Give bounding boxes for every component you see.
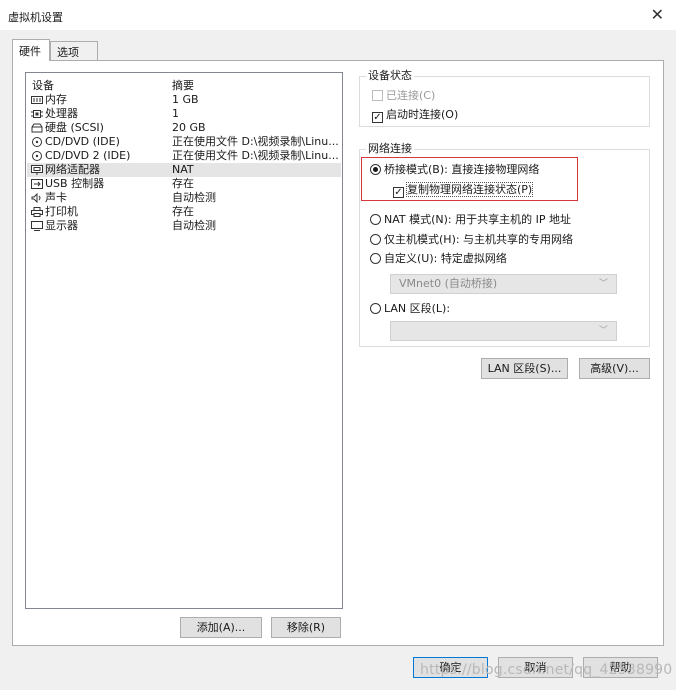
checkbox-box	[372, 90, 383, 101]
radio-icon	[370, 214, 381, 225]
device-summary: NAT	[172, 163, 194, 176]
radio-icon	[370, 253, 381, 264]
tab-options[interactable]: 选项	[50, 41, 98, 60]
device-name: 声卡	[45, 191, 67, 204]
device-summary: 1 GB	[172, 93, 199, 106]
replicate-state-checkbox[interactable]: ✓ 复制物理网络连接状态(P)	[393, 182, 534, 198]
device-row-usb[interactable]: USB 控制器 存在	[27, 177, 341, 191]
device-row-printer[interactable]: 打印机 存在	[27, 205, 341, 219]
title-bar: 虚拟机设置 ✕	[0, 0, 676, 30]
device-name: CD/DVD 2 (IDE)	[45, 149, 131, 162]
network-connection-label: 网络连接	[366, 142, 414, 156]
device-summary: 1	[172, 107, 179, 120]
device-summary: 自动检测	[172, 191, 216, 204]
usb-icon	[31, 179, 43, 189]
chevron-down-icon: ﹀	[598, 279, 608, 289]
device-summary: 20 GB	[172, 121, 206, 134]
device-name: 显示器	[45, 219, 78, 232]
watermark: https://blog.csdn.net/qq_42538990	[420, 662, 673, 678]
bridged-radio[interactable]: 桥接模式(B): 直接连接物理网络	[370, 162, 539, 178]
close-icon[interactable]: ✕	[651, 5, 664, 25]
device-list-header: 设备 摘要	[26, 77, 342, 93]
custom-network-select[interactable]: VMnet0 (自动桥接) ﹀	[390, 274, 617, 294]
cd-dvd-icon	[32, 151, 42, 161]
host-only-radio[interactable]: 仅主机模式(H): 与主机共享的专用网络	[370, 232, 573, 248]
device-summary: 正在使用文件 D:\视频录制\Linu...	[172, 149, 339, 162]
device-row-display[interactable]: 显示器 自动检测	[27, 219, 341, 233]
radio-selected-icon	[370, 164, 381, 175]
device-row-memory[interactable]: 内存 1 GB	[27, 93, 341, 107]
device-summary: 存在	[172, 205, 194, 218]
lan-segment-label: LAN 区段(L):	[384, 302, 451, 315]
device-row-cd-dvd-2[interactable]: CD/DVD 2 (IDE) 正在使用文件 D:\视频录制\Linu...	[27, 149, 341, 163]
network-connection-group: 网络连接 桥接模式(B): 直接连接物理网络 ✓ 复制物理网络连接状态(P) NA…	[359, 142, 650, 347]
device-row-processor[interactable]: 处理器 1	[27, 107, 341, 121]
custom-radio[interactable]: 自定义(U): 特定虚拟网络	[370, 251, 507, 267]
device-status-group: 设备状态 已连接(C) ✓ 启动时连接(O)	[359, 69, 650, 127]
hard-disk-icon	[31, 123, 43, 133]
display-icon	[31, 221, 43, 231]
device-name: CD/DVD (IDE)	[45, 135, 120, 148]
device-row-cd-dvd[interactable]: CD/DVD (IDE) 正在使用文件 D:\视频录制\Linu...	[27, 135, 341, 149]
device-row-network-adapter[interactable]: 网络适配器 NAT	[27, 163, 341, 177]
radio-icon	[370, 234, 381, 245]
memory-icon	[31, 96, 43, 104]
device-name: USB 控制器	[45, 177, 105, 190]
connect-at-power-on-label: 启动时连接(O)	[386, 108, 459, 121]
hardware-panel: 设备 摘要 内存 1 GB 处理器 1 硬盘 (SCSI) 20 GB CD/D…	[12, 60, 664, 646]
device-status-label: 设备状态	[366, 69, 414, 83]
window-title: 虚拟机设置	[8, 11, 63, 24]
replicate-state-label: 复制物理网络连接状态(P)	[405, 182, 534, 197]
connected-checkbox[interactable]: 已连接(C)	[372, 88, 435, 104]
device-name: 打印机	[45, 205, 78, 218]
device-summary: 正在使用文件 D:\视频录制\Linu...	[172, 135, 339, 148]
device-summary: 存在	[172, 177, 194, 190]
device-row-sound-card[interactable]: 声卡 自动检测	[27, 191, 341, 205]
device-name: 网络适配器	[45, 163, 100, 176]
lan-segment-radio[interactable]: LAN 区段(L):	[370, 301, 450, 317]
custom-label: 自定义(U): 特定虚拟网络	[384, 252, 507, 265]
add-button[interactable]: 添加(A)...	[180, 617, 262, 638]
device-row-hard-disk[interactable]: 硬盘 (SCSI) 20 GB	[27, 121, 341, 135]
network-adapter-icon	[31, 165, 43, 175]
radio-icon	[370, 303, 381, 314]
connect-at-power-on-checkbox[interactable]: ✓ 启动时连接(O)	[372, 107, 458, 123]
check-icon: ✓	[393, 187, 404, 198]
host-only-label: 仅主机模式(H): 与主机共享的专用网络	[384, 233, 574, 246]
cd-dvd-icon	[32, 137, 42, 147]
column-device[interactable]: 设备	[32, 77, 54, 93]
tab-hardware[interactable]: 硬件	[12, 39, 50, 61]
device-name: 处理器	[45, 107, 78, 120]
device-name: 硬盘 (SCSI)	[45, 121, 104, 134]
connected-label: 已连接(C)	[386, 89, 436, 102]
chevron-down-icon: ﹀	[598, 326, 608, 336]
nat-label: NAT 模式(N): 用于共享主机的 IP 地址	[384, 213, 571, 226]
sound-card-icon	[31, 193, 41, 203]
nat-radio[interactable]: NAT 模式(N): 用于共享主机的 IP 地址	[370, 212, 571, 228]
processor-icon	[31, 110, 43, 118]
custom-network-value: VMnet0 (自动桥接)	[399, 277, 498, 290]
remove-button[interactable]: 移除(R)	[271, 617, 341, 638]
column-summary[interactable]: 摘要	[172, 77, 194, 93]
bridged-label: 桥接模式(B): 直接连接物理网络	[384, 163, 540, 176]
device-name: 内存	[45, 93, 67, 106]
check-icon: ✓	[372, 112, 383, 123]
device-summary: 自动检测	[172, 219, 216, 232]
advanced-button[interactable]: 高级(V)...	[579, 358, 650, 379]
printer-icon	[31, 207, 43, 217]
device-list[interactable]: 设备 摘要 内存 1 GB 处理器 1 硬盘 (SCSI) 20 GB CD/D…	[25, 72, 343, 609]
lan-segment-select[interactable]: ﹀	[390, 321, 617, 341]
lan-segments-button[interactable]: LAN 区段(S)...	[481, 358, 568, 379]
